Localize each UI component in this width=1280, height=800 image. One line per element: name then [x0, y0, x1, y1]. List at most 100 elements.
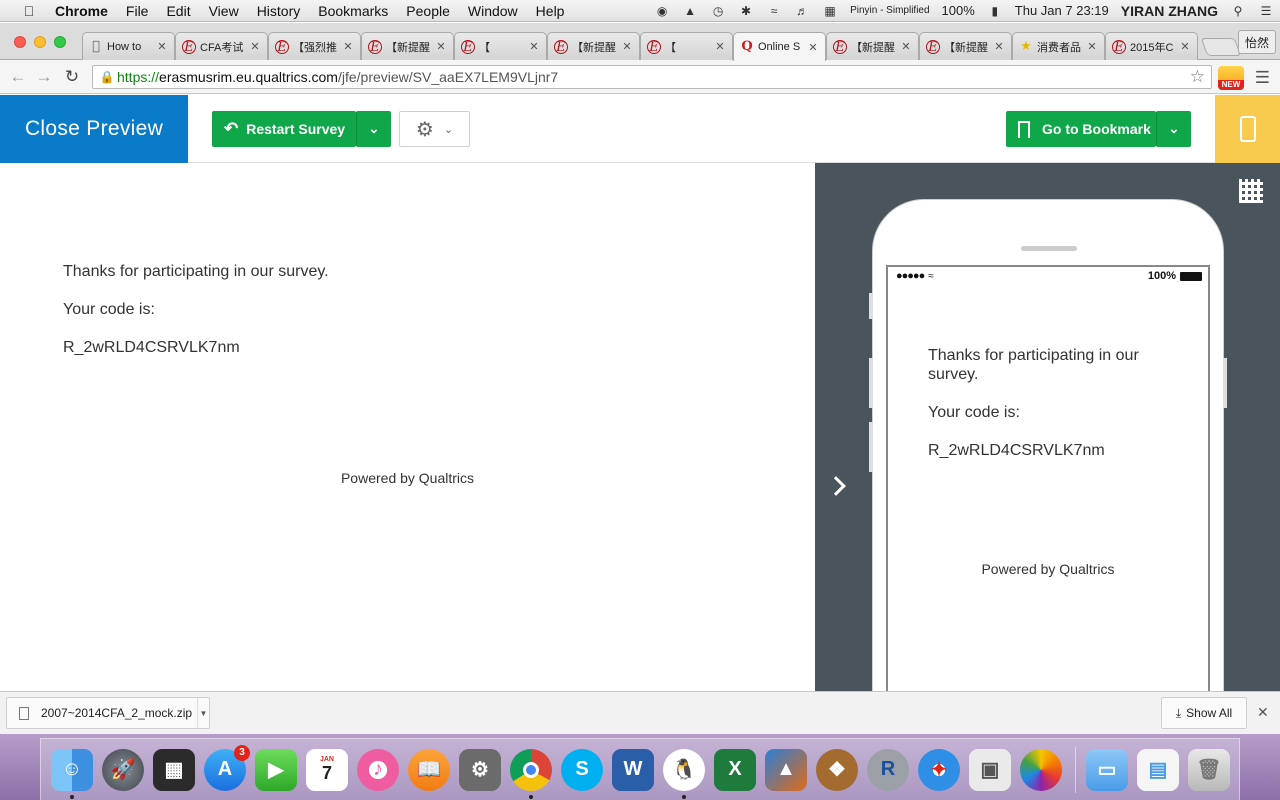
menubar-clock[interactable]: Thu Jan 7 23:19 [1009, 3, 1115, 18]
forward-arrow-icon[interactable]: → [34, 67, 54, 87]
download-menu-caret-icon[interactable]: ▼ [197, 698, 209, 728]
menu-help[interactable]: Help [527, 3, 574, 19]
battery-icon[interactable]: ▮ [985, 3, 1005, 19]
url-text[interactable]: https://erasmusrim.eu.qualtrics.com/jfe/… [117, 69, 558, 85]
window-zoom-button[interactable] [54, 36, 66, 48]
skype-icon[interactable]: S [561, 748, 603, 791]
qq-icon[interactable]: 🐧 [663, 748, 705, 799]
collapse-arrow-icon[interactable] [826, 476, 846, 496]
reload-icon[interactable]: ↻ [62, 67, 82, 87]
gamepad-icon[interactable]: ◉ [652, 3, 672, 19]
wifi-icon[interactable]: ≈ [764, 3, 784, 19]
input-method-icon[interactable]: ▦ [820, 3, 840, 19]
tab-11[interactable]: ★ 消费者品 ✕ [1012, 32, 1105, 60]
system-preferences-icon[interactable]: ⚙ [459, 748, 501, 791]
tab-5[interactable]: E 【 ✕ [454, 32, 547, 60]
menu-window[interactable]: Window [459, 3, 527, 19]
tab-close-icon[interactable]: ✕ [342, 40, 354, 53]
tab-9[interactable]: E 【新提醒 ✕ [826, 32, 919, 60]
show-all-downloads-button[interactable]: ⤓ Show All [1161, 697, 1247, 729]
word-icon[interactable]: W [612, 748, 654, 791]
tab-close-icon[interactable]: ✕ [249, 40, 261, 53]
tab-close-icon[interactable]: ✕ [528, 40, 540, 53]
close-shelf-icon[interactable]: ✕ [1257, 704, 1269, 721]
address-bar[interactable]: 🔒 https://erasmusrim.eu.qualtrics.com/jf… [92, 65, 1212, 89]
tab-close-icon[interactable]: ✕ [900, 40, 912, 53]
close-preview-button[interactable]: Close Preview [0, 95, 188, 163]
bluetooth-icon[interactable]: ✱ [736, 3, 756, 19]
qr-code-icon[interactable] [1239, 179, 1263, 203]
tab-close-icon[interactable]: ✕ [1086, 40, 1098, 53]
drive-icon[interactable]: ▲ [680, 3, 700, 19]
tab-10[interactable]: E 【新提醒 ✕ [919, 32, 1012, 60]
tab-close-icon[interactable]: ✕ [807, 41, 819, 54]
r-icon[interactable]: R [867, 748, 909, 791]
photos-icon[interactable] [1020, 748, 1062, 791]
calendar-icon[interactable]: JAN 7 [306, 748, 348, 791]
battery-percent[interactable]: 100% [936, 3, 981, 18]
tab-close-icon[interactable]: ✕ [993, 40, 1005, 53]
tab-close-icon[interactable]: ✕ [156, 40, 168, 53]
tab-7[interactable]: E 【 ✕ [640, 32, 733, 60]
safari-icon[interactable]: ✦ [918, 748, 960, 791]
chrome-menu-icon[interactable]: ☰ [1255, 68, 1270, 88]
bookmark-dropdown-button[interactable]: ⌄ [1156, 111, 1191, 147]
menu-view[interactable]: View [200, 3, 248, 19]
menu-edit[interactable]: Edit [157, 3, 199, 19]
restart-survey-button[interactable]: ↶ Restart Survey [212, 111, 356, 147]
facetime-icon[interactable]: ▶ [255, 748, 297, 791]
activity-monitor-icon[interactable]: ▦ [153, 748, 195, 791]
back-arrow-icon[interactable]: ← [8, 67, 28, 87]
profile-button[interactable]: 怡然 [1238, 30, 1276, 54]
lock-icon[interactable]: 🔒 [97, 70, 117, 84]
ibooks-icon[interactable]: 📖 [408, 748, 450, 791]
itunes-icon[interactable]: ♪ [357, 748, 399, 791]
tab-8-active[interactable]: Q Online S ✕ [733, 32, 826, 61]
mobile-preview-toggle[interactable] [1215, 95, 1280, 163]
apple-menu-icon[interactable]:  [18, 3, 40, 19]
tab-1[interactable]:  How to ✕ [82, 32, 175, 60]
menu-people[interactable]: People [397, 3, 459, 19]
window-close-button[interactable] [14, 36, 26, 48]
downloads-stack-icon[interactable]: ▤ [1137, 748, 1179, 791]
tab-4[interactable]: E 【新提醒 ✕ [361, 32, 454, 60]
app-store-icon[interactable]: A3 [204, 744, 250, 791]
chrome-icon[interactable] [510, 748, 552, 799]
tab-close-icon[interactable]: ✕ [714, 40, 726, 53]
time-machine-icon[interactable]: ◷ [708, 3, 728, 19]
tab-close-icon[interactable]: ✕ [435, 40, 447, 53]
menu-app-name[interactable]: Chrome [46, 3, 117, 19]
extension-icon[interactable]: NEW [1218, 66, 1244, 90]
menu-history[interactable]: History [248, 3, 310, 19]
bookmark-star-icon[interactable]: ☆ [1190, 67, 1205, 87]
menubar-user[interactable]: YIRAN ZHANG [1115, 3, 1224, 19]
launchpad-icon[interactable]: 🚀 [102, 748, 144, 791]
reader-app-icon[interactable]: ❖ [816, 748, 858, 791]
notification-center-icon[interactable]: ☰ [1256, 3, 1276, 19]
settings-dropdown-button[interactable]: ⚙ ⌄ [399, 111, 470, 147]
new-tab-button[interactable] [1200, 38, 1242, 56]
menu-bookmarks[interactable]: Bookmarks [309, 3, 397, 19]
go-to-bookmark-button[interactable]: Go to Bookmark [1006, 111, 1156, 147]
mobile-powered-by-link[interactable]: Powered by Qualtrics [888, 561, 1208, 577]
trash-icon[interactable]: 🗑 [1188, 748, 1230, 791]
restart-dropdown-button[interactable]: ⌄ [356, 111, 391, 147]
menu-file[interactable]: File [117, 3, 158, 19]
tab-6[interactable]: E 【新提醒 ✕ [547, 32, 640, 60]
powered-by-link[interactable]: Powered by Qualtrics [0, 470, 815, 486]
window-minimize-button[interactable] [34, 36, 46, 48]
download-item[interactable]: 2007~2014CFA_2_mock.zip ▼ [6, 697, 210, 729]
excel-icon[interactable]: X [714, 748, 756, 791]
spotlight-icon[interactable]: ⚲ [1228, 3, 1248, 19]
matlab-icon[interactable]: ▲ [765, 748, 807, 791]
applications-folder-icon[interactable]: ▭ [1086, 748, 1128, 791]
tab-3[interactable]: E 【强烈推 ✕ [268, 32, 361, 60]
tab-close-icon[interactable]: ✕ [621, 40, 633, 53]
tab-12[interactable]: E 2015年C ✕ [1105, 32, 1198, 60]
volume-icon[interactable]: ♬ [792, 3, 812, 19]
tab-close-icon[interactable]: ✕ [1179, 40, 1191, 53]
tab-2[interactable]: E CFA考试 ✕ [175, 32, 268, 60]
preview-icon[interactable]: ▣ [969, 748, 1011, 791]
input-method-label[interactable]: Pinyin - Simplified [844, 5, 935, 16]
finder-icon[interactable]: ☺ [51, 748, 93, 799]
